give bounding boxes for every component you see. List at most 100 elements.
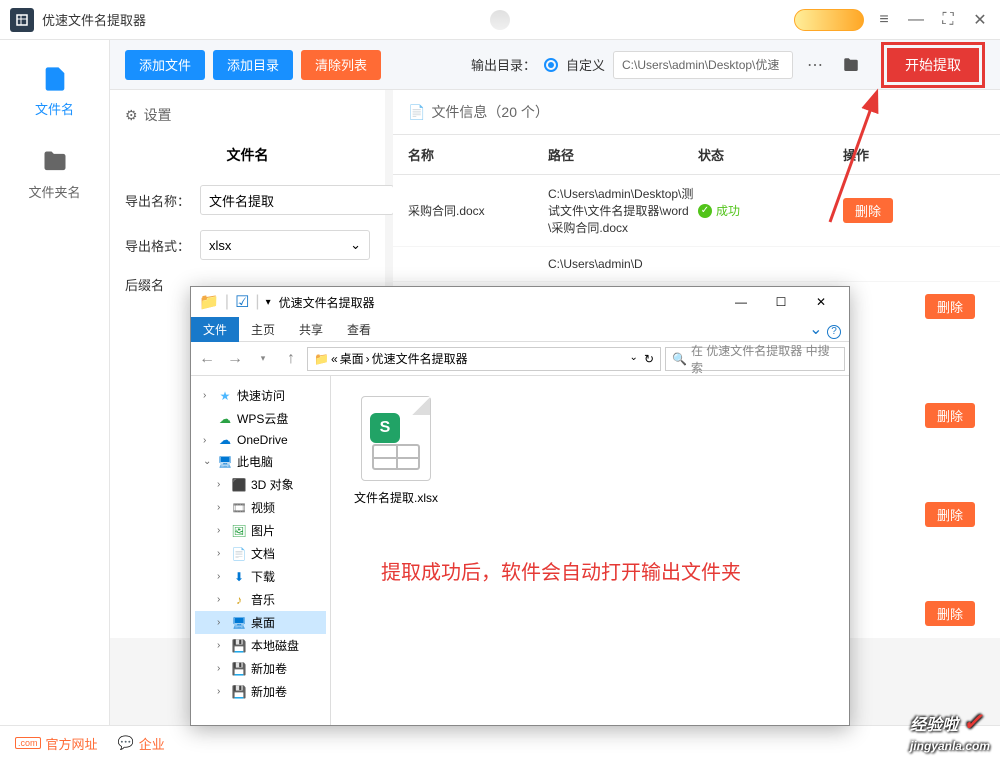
file-name: 文件名提取.xlsx bbox=[351, 489, 441, 506]
add-folder-button[interactable]: 添加目录 bbox=[213, 50, 293, 80]
divider: | bbox=[225, 293, 229, 311]
search-input[interactable]: 🔍 在 优速文件名提取器 中搜索 bbox=[665, 347, 845, 371]
sidebar: 文件名 文件夹名 bbox=[0, 40, 110, 760]
divider: | bbox=[255, 293, 259, 311]
cell-path: C:\Users\admin\Desktop\测试文件\文件名提取器\word\… bbox=[548, 185, 698, 236]
dropdown-icon[interactable]: ▾ bbox=[266, 297, 271, 308]
ribbon-expand-icon[interactable]: ⌄ ? bbox=[809, 319, 841, 339]
table-row: C:\Users\admin\D bbox=[393, 247, 1000, 282]
output-path-input[interactable] bbox=[613, 51, 793, 79]
export-name-input[interactable] bbox=[200, 185, 394, 215]
tree-item[interactable]: ›🖼图片 bbox=[195, 519, 326, 542]
breadcrumb-part[interactable]: 桌面 bbox=[340, 350, 364, 367]
file-icon: 📄 bbox=[408, 104, 425, 121]
custom-label: 自定义 bbox=[566, 55, 605, 74]
tree-item[interactable]: ›🖥桌面 bbox=[195, 611, 326, 634]
close-icon[interactable]: ✕ bbox=[970, 10, 990, 30]
delete-button[interactable]: 删除 bbox=[925, 403, 975, 428]
folder-icon: 📁 bbox=[199, 292, 219, 312]
titlebar: 优速文件名提取器 ≡ — ⛶ ✕ bbox=[0, 0, 1000, 40]
file-info-header: 📄 文件信息（20 个） bbox=[393, 90, 1000, 135]
nav-dropdown-icon[interactable]: ▾ bbox=[251, 347, 275, 371]
col-name: 名称 bbox=[408, 145, 548, 164]
check-icon[interactable]: ☑ bbox=[235, 292, 249, 312]
delete-button[interactable]: 删除 bbox=[925, 502, 975, 527]
suffix-label: 后缀名 bbox=[125, 275, 164, 294]
nav-back-icon[interactable]: ← bbox=[195, 347, 219, 371]
cell-action: 删除 bbox=[843, 198, 985, 223]
col-path: 路径 bbox=[548, 145, 698, 164]
delete-button[interactable]: 删除 bbox=[925, 601, 975, 626]
sidebar-item-foldername[interactable]: 文件夹名 bbox=[0, 133, 109, 216]
web-icon: .com bbox=[15, 737, 41, 749]
refresh-icon[interactable]: ↻ bbox=[644, 352, 654, 366]
titlebar-decoration bbox=[490, 10, 510, 30]
sidebar-item-filename[interactable]: 文件名 bbox=[0, 50, 109, 133]
tree-item[interactable]: ›💾新加卷 bbox=[195, 657, 326, 680]
tree-item[interactable]: ›📄文档 bbox=[195, 542, 326, 565]
tree-item[interactable]: ›🎞视频 bbox=[195, 496, 326, 519]
minimize-icon[interactable]: — bbox=[721, 288, 761, 316]
status-success: 成功 bbox=[698, 202, 843, 219]
cell-status: 成功 bbox=[698, 202, 843, 219]
folder-icon bbox=[39, 148, 71, 176]
chevron-down-icon[interactable]: ⌄ bbox=[630, 352, 638, 366]
tree-item[interactable]: ›⬇下载 bbox=[195, 565, 326, 588]
enterprise-link[interactable]: 💬 企业 bbox=[118, 734, 165, 753]
file-item[interactable]: S 文件名提取.xlsx bbox=[351, 396, 441, 506]
tree-item[interactable]: ›☁OneDrive bbox=[195, 430, 326, 450]
explorer-file-area[interactable]: S 文件名提取.xlsx 提取成功后，软件会自动打开输出文件夹 bbox=[331, 376, 849, 725]
breadcrumb-part[interactable]: 优速文件名提取器 bbox=[372, 350, 468, 367]
breadcrumb[interactable]: 📁 « 桌面 › 优速文件名提取器 ⌄ ↻ bbox=[307, 347, 661, 371]
more-icon[interactable]: ⋯ bbox=[801, 51, 829, 79]
sidebar-label: 文件名 bbox=[35, 99, 74, 118]
folder-browse-icon[interactable] bbox=[837, 51, 865, 79]
tab-file[interactable]: 文件 bbox=[191, 317, 239, 342]
tree-item[interactable]: ›♪音乐 bbox=[195, 588, 326, 611]
custom-radio[interactable] bbox=[544, 58, 558, 72]
export-name-label: 导出名称： bbox=[125, 191, 190, 210]
maximize-icon[interactable]: ⛶ bbox=[938, 10, 958, 30]
file-icon bbox=[39, 65, 71, 93]
tree-item[interactable]: ⌄🖥此电脑 bbox=[195, 450, 326, 473]
cell-path-partial: C:\Users\admin\D bbox=[548, 257, 698, 271]
annotation-text: 提取成功后，软件会自动打开输出文件夹 bbox=[381, 556, 881, 585]
gear-icon: ⚙ bbox=[125, 107, 138, 124]
explorer-window: 📁 | ☑ | ▾ 优速文件名提取器 — ☐ ✕ 文件 主页 共享 查看 ⌄ ?… bbox=[190, 286, 850, 726]
explorer-tree: ›★快速访问☁WPS云盘›☁OneDrive⌄🖥此电脑›⬛3D 对象›🎞视频›🖼… bbox=[191, 376, 331, 725]
official-site-link[interactable]: .com 官方网址 bbox=[15, 734, 98, 753]
explorer-ribbon: 文件 主页 共享 查看 ⌄ ? bbox=[191, 317, 849, 342]
delete-button[interactable]: 删除 bbox=[843, 198, 893, 223]
footer: .com 官方网址 💬 企业 bbox=[0, 725, 1000, 760]
tab-home[interactable]: 主页 bbox=[239, 317, 287, 342]
nav-forward-icon[interactable]: → bbox=[223, 347, 247, 371]
close-icon[interactable]: ✕ bbox=[801, 288, 841, 316]
clear-list-button[interactable]: 清除列表 bbox=[301, 50, 381, 80]
wechat-icon: 💬 bbox=[118, 735, 134, 751]
tree-item[interactable]: ›💾本地磁盘 bbox=[195, 634, 326, 657]
minimize-icon[interactable]: — bbox=[906, 10, 926, 30]
tree-item[interactable]: ›★快速访问 bbox=[195, 384, 326, 407]
explorer-titlebar[interactable]: 📁 | ☑ | ▾ 优速文件名提取器 — ☐ ✕ bbox=[191, 287, 849, 317]
start-extract-button[interactable]: 开始提取 bbox=[887, 48, 979, 82]
explorer-title: 优速文件名提取器 bbox=[279, 294, 721, 311]
search-icon: 🔍 bbox=[672, 352, 687, 366]
table-header: 名称 路径 状态 操作 bbox=[393, 135, 1000, 175]
export-format-select[interactable]: xlsx ⌄ bbox=[200, 230, 370, 260]
tree-item[interactable]: ☁WPS云盘 bbox=[195, 407, 326, 430]
delete-button[interactable]: 删除 bbox=[925, 294, 975, 319]
app-title: 优速文件名提取器 bbox=[42, 10, 794, 29]
toolbar: 添加文件 添加目录 清除列表 输出目录： 自定义 ⋯ 开始提取 bbox=[110, 40, 1000, 90]
maximize-icon[interactable]: ☐ bbox=[761, 288, 801, 316]
col-status: 状态 bbox=[698, 145, 843, 164]
tab-view[interactable]: 查看 bbox=[335, 317, 383, 342]
tree-item[interactable]: ›⬛3D 对象 bbox=[195, 473, 326, 496]
vip-pill[interactable] bbox=[794, 9, 864, 31]
menu-icon[interactable]: ≡ bbox=[874, 10, 894, 30]
tree-item[interactable]: ›💾新加卷 bbox=[195, 680, 326, 703]
nav-up-icon[interactable]: ↑ bbox=[279, 347, 303, 371]
tab-share[interactable]: 共享 bbox=[287, 317, 335, 342]
add-file-button[interactable]: 添加文件 bbox=[125, 50, 205, 80]
xlsx-icon: S bbox=[361, 396, 431, 481]
explorer-nav: ← → ▾ ↑ 📁 « 桌面 › 优速文件名提取器 ⌄ ↻ 🔍 在 优速文件名提… bbox=[191, 342, 849, 376]
